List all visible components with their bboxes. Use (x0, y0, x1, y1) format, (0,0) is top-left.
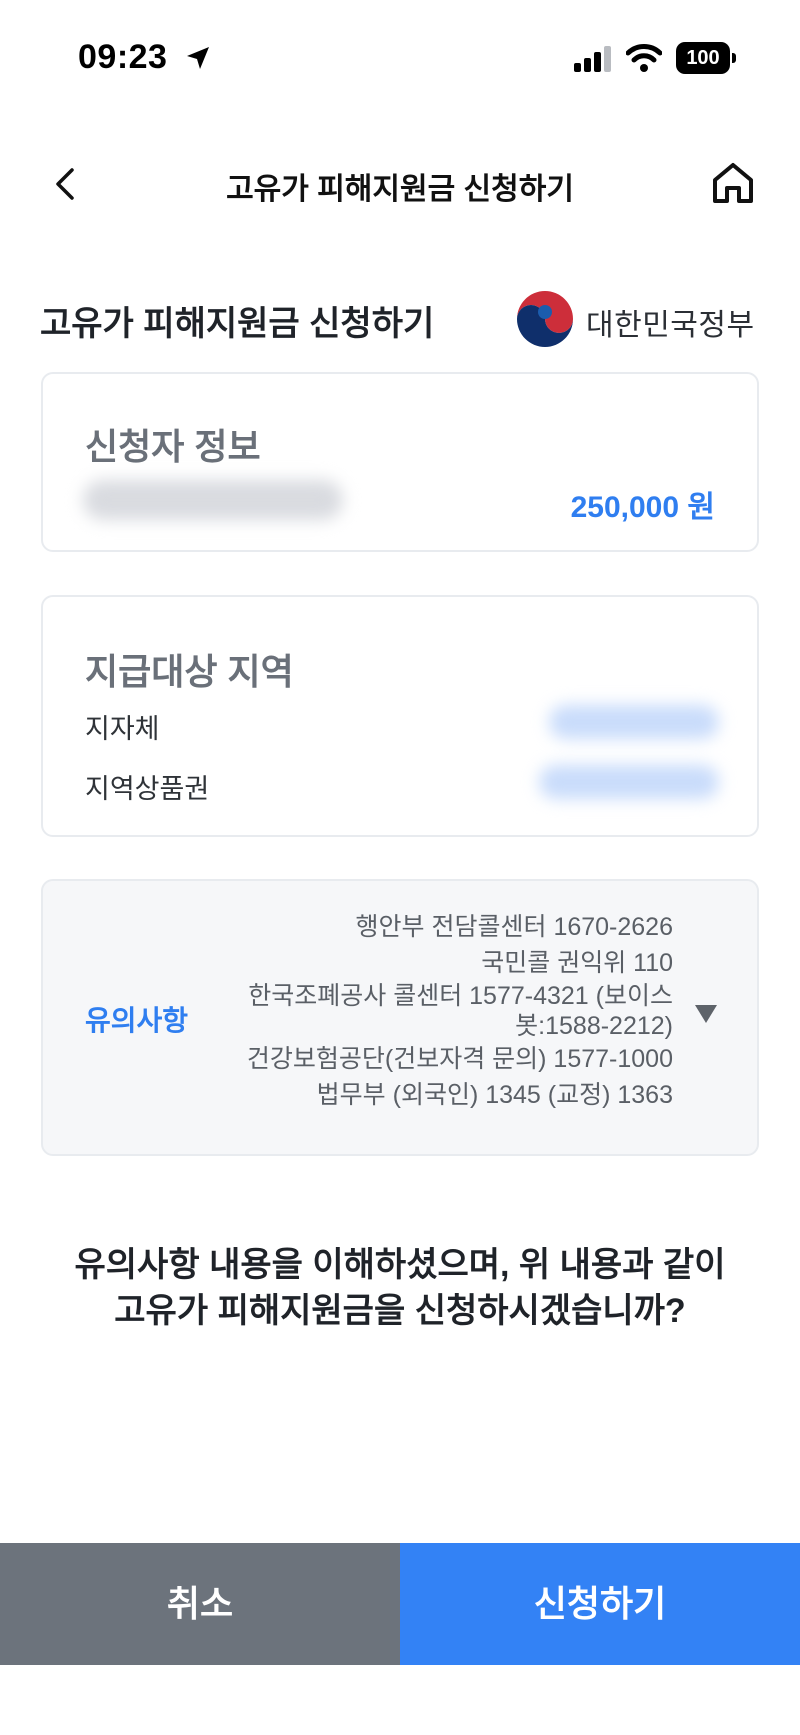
notice-contact-list: 행안부 전담콜센터 1670-2626 국민콜 권익위 110 한국조폐공사 콜… (203, 909, 673, 1113)
status-bar: 09:23 100 (0, 0, 800, 118)
location-arrow-icon (187, 47, 209, 69)
local-government-label: 지자체 (85, 714, 160, 744)
notice-line: 국민콜 권익위 110 (481, 949, 673, 977)
home-icon[interactable] (708, 158, 758, 208)
korea-government-emblem-icon (517, 291, 573, 347)
status-time: 09:23 (78, 38, 168, 76)
notice-line: 봇:1588-2212) (515, 1012, 673, 1040)
applicant-info-title: 신청자 정보 (85, 426, 261, 467)
cancel-button[interactable]: 취소 (0, 1543, 400, 1665)
section-header: 고유가 피해지원금 신청하기 대한민국정부 (40, 290, 760, 347)
battery-indicator: 100 (676, 42, 736, 74)
navigation-bar: 고유가 피해지원금 신청하기 (0, 140, 800, 230)
blurred-local-gift-certificate-value (539, 765, 719, 799)
notice-line: 법무부 (외국인) 1345 (교정) 1363 (316, 1081, 673, 1109)
nav-title: 고유가 피해지원금 신청하기 (226, 173, 574, 206)
confirm-question-line-1: 유의사항 내용을 이해하셨으며, 위 내용과 같이 (74, 1246, 726, 1284)
payment-region-card: 지급대상 지역 지자체 지역상품권 (41, 595, 759, 837)
support-amount: 250,000 원 (570, 491, 715, 524)
apply-button[interactable]: 신청하기 (400, 1543, 800, 1665)
blurred-applicant-name (83, 480, 343, 520)
applicant-info-card: 신청자 정보 250,000 원 (41, 372, 759, 552)
blurred-local-government-value (549, 705, 719, 739)
notice-accordion[interactable]: 유의사항 행안부 전담콜센터 1670-2626 국민콜 권익위 110 한국조… (41, 879, 759, 1156)
caret-down-icon[interactable] (695, 1005, 717, 1023)
notice-line: 행안부 전담콜센터 1670-2626 (355, 913, 673, 941)
wifi-icon (626, 44, 662, 72)
cellular-signal-icon (574, 46, 611, 72)
battery-tip (732, 53, 736, 63)
notice-line: 한국조폐공사 콜센터 1577-4321 (보이스 (248, 982, 673, 1010)
confirm-question-line-2: 고유가 피해지원금을 신청하시겠습니까? (114, 1292, 686, 1330)
government-name: 대한민국정부 (586, 309, 755, 342)
notice-line: 건강보험공단(건보자격 문의) 1577-1000 (246, 1045, 673, 1073)
battery-level: 100 (676, 42, 730, 74)
payment-region-title: 지급대상 지역 (85, 651, 294, 692)
page-title: 고유가 피해지원금 신청하기 (40, 305, 435, 343)
notice-label: 유의사항 (85, 1005, 189, 1036)
local-gift-certificate-label: 지역상품권 (85, 774, 210, 804)
